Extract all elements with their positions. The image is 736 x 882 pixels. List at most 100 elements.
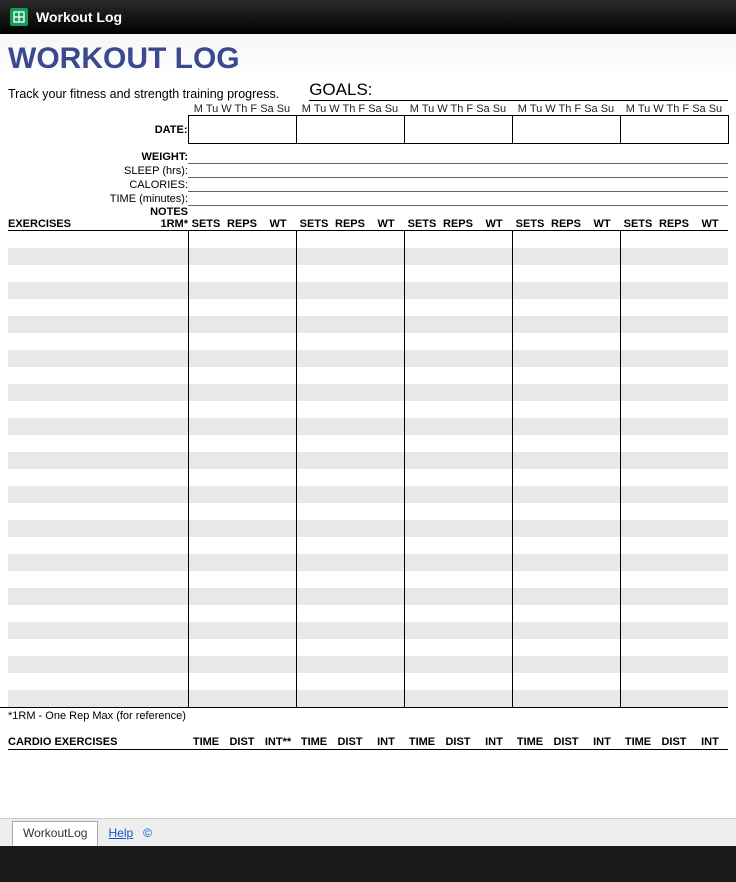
exercise-cell[interactable] [138, 605, 188, 622]
exercise-cell[interactable] [584, 452, 620, 469]
exercise-cell[interactable] [296, 554, 332, 571]
exercise-cell[interactable] [476, 435, 512, 452]
exercise-cell[interactable] [404, 316, 440, 333]
exercise-cell[interactable] [692, 486, 728, 503]
exercise-cell[interactable] [224, 265, 260, 282]
exercise-cell[interactable] [404, 554, 440, 571]
exercise-cell[interactable] [548, 316, 584, 333]
exercise-cell[interactable] [512, 673, 548, 690]
exercise-cell[interactable] [584, 231, 620, 248]
exercise-cell[interactable] [8, 588, 138, 605]
exercise-cell[interactable] [440, 333, 476, 350]
exercise-cell[interactable] [476, 452, 512, 469]
exercise-cell[interactable] [404, 265, 440, 282]
exercise-cell[interactable] [188, 367, 224, 384]
exercise-cell[interactable] [332, 469, 368, 486]
exercise-cell[interactable] [296, 231, 332, 248]
exercise-cell[interactable] [440, 452, 476, 469]
exercise-cell[interactable] [692, 503, 728, 520]
exercise-cell[interactable] [296, 350, 332, 367]
exercise-cell[interactable] [620, 316, 656, 333]
exercise-cell[interactable] [296, 435, 332, 452]
exercise-cell[interactable] [584, 554, 620, 571]
exercise-cell[interactable] [224, 690, 260, 707]
calories-row[interactable] [188, 178, 728, 192]
exercise-cell[interactable] [188, 418, 224, 435]
exercise-cell[interactable] [188, 248, 224, 265]
exercise-cell[interactable] [512, 520, 548, 537]
exercise-cell[interactable] [548, 605, 584, 622]
exercise-cell[interactable] [584, 384, 620, 401]
exercise-cell[interactable] [656, 588, 692, 605]
exercise-cell[interactable] [476, 690, 512, 707]
exercise-cell[interactable] [188, 588, 224, 605]
exercise-cell[interactable] [512, 367, 548, 384]
exercise-cell[interactable] [476, 469, 512, 486]
exercise-cell[interactable] [476, 316, 512, 333]
exercise-cell[interactable] [692, 418, 728, 435]
exercise-cell[interactable] [8, 282, 138, 299]
exercise-cell[interactable] [476, 248, 512, 265]
exercise-cell[interactable] [404, 503, 440, 520]
exercise-cell[interactable] [188, 554, 224, 571]
exercise-cell[interactable] [692, 350, 728, 367]
exercise-cell[interactable] [332, 554, 368, 571]
exercise-cell[interactable] [332, 418, 368, 435]
exercise-cell[interactable] [260, 384, 296, 401]
exercise-cell[interactable] [692, 435, 728, 452]
exercise-cell[interactable] [260, 231, 296, 248]
exercise-cell[interactable] [404, 520, 440, 537]
exercise-cell[interactable] [512, 605, 548, 622]
exercise-cell[interactable] [692, 605, 728, 622]
exercise-cell[interactable] [584, 656, 620, 673]
exercise-cell[interactable] [656, 571, 692, 588]
exercise-cell[interactable] [440, 622, 476, 639]
exercise-cell[interactable] [188, 571, 224, 588]
exercise-cell[interactable] [138, 673, 188, 690]
exercise-cell[interactable] [138, 384, 188, 401]
exercise-cell[interactable] [224, 605, 260, 622]
exercise-cell[interactable] [138, 503, 188, 520]
exercise-cell[interactable] [260, 299, 296, 316]
exercise-cell[interactable] [260, 452, 296, 469]
exercise-cell[interactable] [548, 673, 584, 690]
time-row[interactable] [188, 192, 728, 206]
exercise-cell[interactable] [224, 299, 260, 316]
exercise-cell[interactable] [620, 520, 656, 537]
exercise-cell[interactable] [692, 469, 728, 486]
exercise-cell[interactable] [332, 588, 368, 605]
exercise-cell[interactable] [224, 248, 260, 265]
exercise-cell[interactable] [440, 418, 476, 435]
exercise-cell[interactable] [188, 231, 224, 248]
exercise-cell[interactable] [332, 248, 368, 265]
exercise-cell[interactable] [296, 401, 332, 418]
exercise-cell[interactable] [138, 333, 188, 350]
exercise-cell[interactable] [440, 503, 476, 520]
exercise-cell[interactable] [692, 401, 728, 418]
exercise-cell[interactable] [368, 367, 404, 384]
exercise-cell[interactable] [476, 673, 512, 690]
exercise-cell[interactable] [8, 605, 138, 622]
exercise-cell[interactable] [512, 384, 548, 401]
exercise-cell[interactable] [296, 282, 332, 299]
exercise-cell[interactable] [440, 282, 476, 299]
exercise-cell[interactable] [296, 469, 332, 486]
exercise-cell[interactable] [656, 554, 692, 571]
exercise-cell[interactable] [8, 469, 138, 486]
exercise-cell[interactable] [548, 469, 584, 486]
exercise-cell[interactable] [656, 350, 692, 367]
exercise-cell[interactable] [404, 639, 440, 656]
exercise-cell[interactable] [476, 265, 512, 282]
exercise-cell[interactable] [656, 605, 692, 622]
exercise-cell[interactable] [332, 367, 368, 384]
tab-copyright[interactable]: © [143, 826, 152, 840]
exercise-cell[interactable] [440, 248, 476, 265]
exercise-cell[interactable] [512, 299, 548, 316]
exercise-cell[interactable] [620, 537, 656, 554]
exercise-cell[interactable] [692, 333, 728, 350]
exercise-cell[interactable] [224, 503, 260, 520]
exercise-cell[interactable] [224, 622, 260, 639]
exercise-cell[interactable] [296, 673, 332, 690]
exercise-cell[interactable] [476, 282, 512, 299]
exercise-cell[interactable] [656, 231, 692, 248]
